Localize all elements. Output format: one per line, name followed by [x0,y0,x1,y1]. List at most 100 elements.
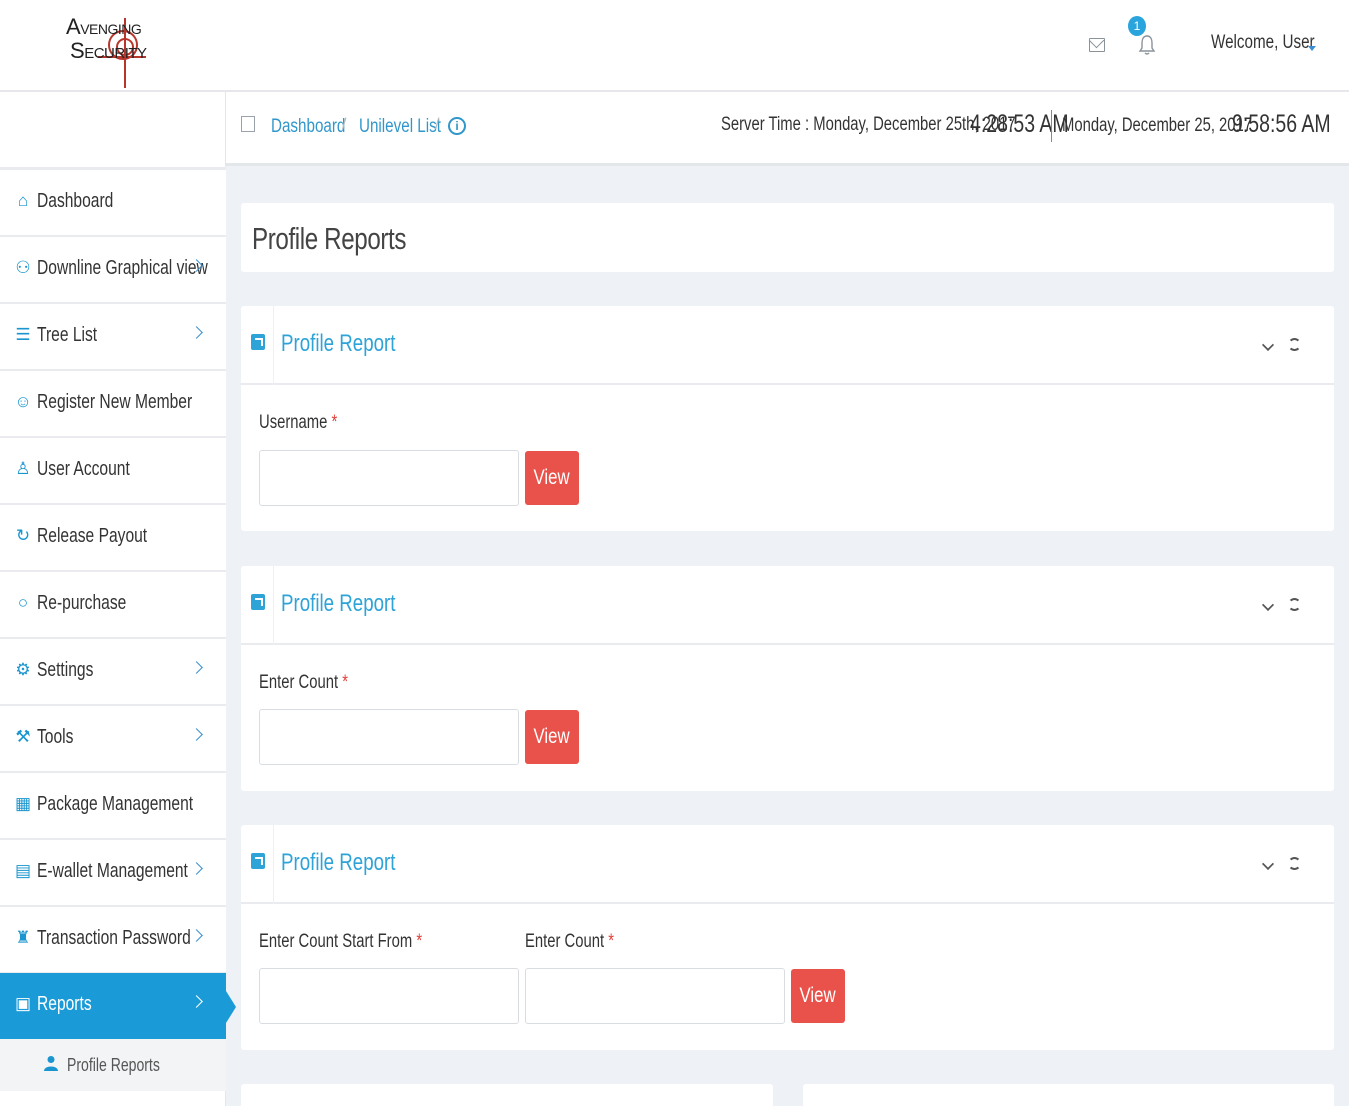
reload-icon[interactable] [1288,598,1301,611]
grid-icon: ▦ [14,794,32,813]
sidebar-item-downline-graphical-view[interactable]: ⚇ Downline Graphical view [0,237,226,304]
sidebar-item-label: Transaction Password [37,927,191,949]
gear-icon: ⚙ [15,660,31,679]
caret-down-icon[interactable] [1308,46,1316,51]
chevron-right-icon [190,661,203,674]
view-button[interactable]: View [525,710,579,764]
username-label: Username * [259,412,338,433]
sidebar-item-label: Package Management [37,793,194,815]
mail-icon[interactable] [1089,38,1105,52]
sidebar-subitem-label: Profile Reports [67,1055,160,1075]
chevron-right-icon [190,929,203,942]
breadcrumb-unilevel-list[interactable]: Unilevel List [359,116,441,138]
page-title: Profile Reports [252,221,407,256]
collapse-icon[interactable] [1261,598,1275,612]
sidebar-item-release-payout[interactable]: ↻ Release Payout [0,505,226,572]
sidebar-item-label: Tree List [37,324,98,346]
sidebar-top-spacer [0,92,226,170]
report-icon: ▣ [14,994,32,1013]
panel-header: Profile Report [241,825,1334,904]
local-date: Monday, December 25, 2017 [1062,115,1253,136]
enter-count-label: Enter Count * [259,672,348,693]
sidebar-item-tools[interactable]: ⚒ Tools [0,706,226,773]
page-header: Profile Reports [241,203,1334,272]
user-icon: ♙ [15,459,31,478]
sidebar-item-label: Reports [37,993,92,1015]
sidebar-item-settings[interactable]: ⚙ Settings [0,639,226,706]
sidebar-item-re-purchase[interactable]: ○ Re-purchase [0,572,226,639]
logo-line-2: SECURITY [70,38,147,63]
enter-count-label: Enter Count * [525,931,614,952]
sidebar-item-label: Downline Graphical view [37,257,208,279]
collapse-icon[interactable] [1261,857,1275,871]
notification-badge[interactable]: 1 [1128,16,1146,36]
sidebar-item-dashboard[interactable]: ⌂ Dashboard [0,170,226,237]
sidebar: ⌂ Dashboard ⚇ Downline Graphical view ☰ … [0,92,236,1106]
server-time-clock: 4:28:53 AM [970,110,1069,138]
sidebar-item-tree-list[interactable]: ☰ Tree List [0,304,226,371]
enter-count-input[interactable] [259,709,519,765]
chevron-right-icon [190,326,203,339]
sidebar-item-transaction-password[interactable]: ♜ Transaction Password [0,907,226,974]
sidebar-item-user-account[interactable]: ♙ User Account [0,438,226,505]
partial-card-left [241,1084,773,1106]
brand-logo[interactable]: AVENGING SECURITY [62,4,152,88]
profile-report-panel-range: Profile Report Enter Count Start From * … [241,825,1334,1050]
clock-divider [1051,110,1052,142]
sidebar-item-label: E-wallet Management [37,860,188,882]
bell-icon[interactable] [1138,34,1156,56]
sidebar-item-register-new-member[interactable]: ☺ Register New Member [0,371,226,438]
circle-notch-icon: ○ [17,593,29,612]
info-icon[interactable]: i [448,117,466,135]
external-link-icon [251,594,265,610]
breadcrumb-bar: Dashboard / Unilevel List / i Server Tim… [226,92,1349,166]
panel-header-divider [273,566,274,645]
sidebar-item-reports[interactable]: ▣ Reports [0,973,236,1040]
list-icon: ☰ [15,325,31,344]
sidebar-item-label: Tools [37,726,74,748]
sidebar-subitem-profile-reports[interactable]: Profile Reports [0,1039,226,1091]
sidebar-item-label: Release Payout [37,525,148,547]
sidebar-item-label: Re-purchase [37,592,127,614]
breadcrumb-dashboard[interactable]: Dashboard [271,116,345,138]
partial-card-right [803,1084,1334,1106]
chevron-right-icon [190,862,203,875]
sidebar-item-package-management[interactable]: ▦ Package Management [0,773,226,840]
panel-title: Profile Report [281,590,396,617]
logo-line-1: AVENGING [66,14,142,39]
panel-header: Profile Report [241,566,1334,645]
breadcrumb-separator: / [435,116,440,133]
external-link-icon [251,853,265,869]
view-button[interactable]: View [791,969,845,1023]
view-button[interactable]: View [525,451,579,505]
enter-count-start-from-input[interactable] [259,968,519,1024]
panel-title: Profile Report [281,849,396,876]
local-time-clock: 9:58:56 AM [1232,110,1331,138]
sidebar-item-e-wallet-management[interactable]: ▤ E-wallet Management [0,840,226,907]
sidebar-item-label: Settings [37,659,94,681]
wrench-icon: ⚒ [15,727,31,746]
enter-count-input[interactable] [525,968,785,1024]
chevron-right-icon [190,995,203,1008]
username-input[interactable] [259,450,519,506]
calendar-icon: ▤ [14,861,32,880]
chevron-right-icon [190,728,203,741]
sidebar-item-label: Register New Member [37,391,193,413]
sitemap-icon: ⚇ [15,258,31,277]
breadcrumb-separator: / [342,116,347,133]
edit-icon [241,116,255,132]
home-icon: ⌂ [17,191,29,210]
refresh-icon: ↻ [15,526,31,545]
profile-report-panel-count: Profile Report Enter Count * View [241,566,1334,791]
panel-header: Profile Report [241,306,1334,385]
user-menu[interactable]: Welcome, User [1211,32,1315,54]
reload-icon[interactable] [1288,857,1301,870]
collapse-icon[interactable] [1261,338,1275,352]
profile-report-panel-username: Profile Report Username * View [241,306,1334,531]
reload-icon[interactable] [1288,338,1301,351]
panel-title: Profile Report [281,330,396,357]
panel-header-divider [273,825,274,904]
enter-count-start-from-label: Enter Count Start From * [259,931,423,952]
sidebar-item-label: User Account [37,458,130,480]
top-header: AVENGING SECURITY 1 Welcome, User [0,0,1349,92]
